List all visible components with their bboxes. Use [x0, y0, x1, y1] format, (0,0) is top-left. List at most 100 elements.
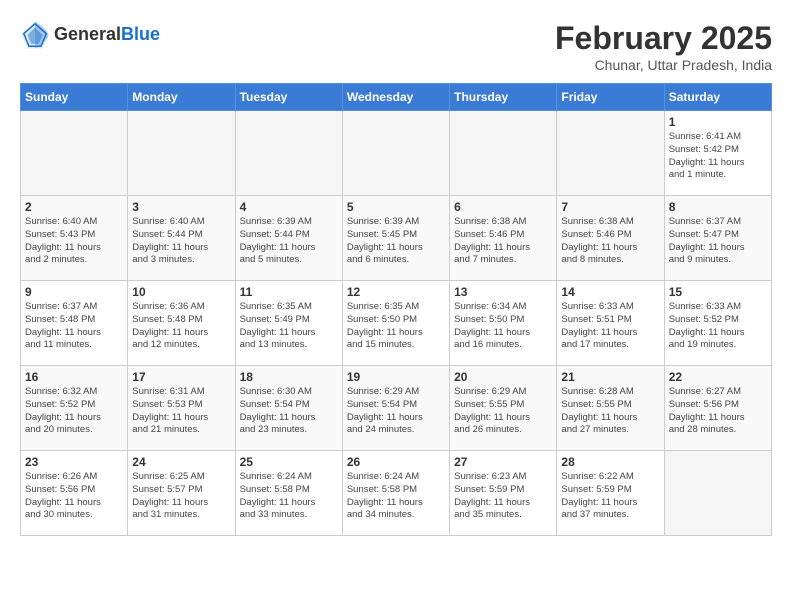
day-info: Sunrise: 6:29 AM Sunset: 5:54 PM Dayligh… — [347, 386, 445, 437]
day-number: 2 — [25, 200, 123, 214]
day-info: Sunrise: 6:39 AM Sunset: 5:45 PM Dayligh… — [347, 216, 445, 267]
weekday-header: Friday — [557, 84, 664, 111]
calendar-table: SundayMondayTuesdayWednesdayThursdayFrid… — [20, 83, 772, 536]
day-number: 14 — [561, 285, 659, 299]
weekday-header: Saturday — [664, 84, 771, 111]
calendar-cell — [128, 111, 235, 196]
weekday-header: Thursday — [450, 84, 557, 111]
weekday-header: Sunday — [21, 84, 128, 111]
weekday-header: Monday — [128, 84, 235, 111]
calendar-cell — [21, 111, 128, 196]
calendar-cell: 25 Sunrise: 6:24 AM Sunset: 5:58 PM Dayli… — [235, 451, 342, 536]
day-info: Sunrise: 6:40 AM Sunset: 5:43 PM Dayligh… — [25, 216, 123, 267]
day-number: 17 — [132, 370, 230, 384]
day-info: Sunrise: 6:33 AM Sunset: 5:51 PM Dayligh… — [561, 301, 659, 352]
calendar-cell: 15Sunrise: 6:33 AM Sunset: 5:52 PM Dayli… — [664, 281, 771, 366]
calendar-cell — [450, 111, 557, 196]
day-number: 5 — [347, 200, 445, 214]
calendar-cell: 9 Sunrise: 6:37 AM Sunset: 5:48 PM Daylig… — [21, 281, 128, 366]
day-number: 27 — [454, 455, 552, 469]
calendar-cell: 18 Sunrise: 6:30 AM Sunset: 5:54 PM Dayli… — [235, 366, 342, 451]
calendar-week-row: 16Sunrise: 6:32 AM Sunset: 5:52 PM Dayli… — [21, 366, 772, 451]
calendar-cell: 13 Sunrise: 6:34 AM Sunset: 5:50 PM Dayli… — [450, 281, 557, 366]
calendar-cell — [235, 111, 342, 196]
calendar-cell: 24 Sunrise: 6:25 AM Sunset: 5:57 PM Dayli… — [128, 451, 235, 536]
day-info: Sunrise: 6:24 AM Sunset: 5:58 PM Dayligh… — [347, 471, 445, 522]
day-info: Sunrise: 6:27 AM Sunset: 5:56 PM Dayligh… — [669, 386, 767, 437]
day-number: 13 — [454, 285, 552, 299]
calendar-cell — [664, 451, 771, 536]
calendar-week-row: 9 Sunrise: 6:37 AM Sunset: 5:48 PM Daylig… — [21, 281, 772, 366]
day-number: 26 — [347, 455, 445, 469]
day-number: 12 — [347, 285, 445, 299]
calendar-cell: 22 Sunrise: 6:27 AM Sunset: 5:56 PM Dayli… — [664, 366, 771, 451]
day-info: Sunrise: 6:28 AM Sunset: 5:55 PM Dayligh… — [561, 386, 659, 437]
day-info: Sunrise: 6:40 AM Sunset: 5:44 PM Dayligh… — [132, 216, 230, 267]
day-number: 28 — [561, 455, 659, 469]
day-number: 22 — [669, 370, 767, 384]
day-number: 24 — [132, 455, 230, 469]
day-info: Sunrise: 6:39 AM Sunset: 5:44 PM Dayligh… — [240, 216, 338, 267]
day-info: Sunrise: 6:41 AM Sunset: 5:42 PM Dayligh… — [669, 131, 767, 182]
calendar-cell: 28 Sunrise: 6:22 AM Sunset: 5:59 PM Dayli… — [557, 451, 664, 536]
calendar-cell: 4 Sunrise: 6:39 AM Sunset: 5:44 PM Daylig… — [235, 196, 342, 281]
day-info: Sunrise: 6:25 AM Sunset: 5:57 PM Dayligh… — [132, 471, 230, 522]
weekday-header: Wednesday — [342, 84, 449, 111]
day-info: Sunrise: 6:23 AM Sunset: 5:59 PM Dayligh… — [454, 471, 552, 522]
day-info: Sunrise: 6:36 AM Sunset: 5:48 PM Dayligh… — [132, 301, 230, 352]
day-number: 25 — [240, 455, 338, 469]
day-info: Sunrise: 6:22 AM Sunset: 5:59 PM Dayligh… — [561, 471, 659, 522]
day-info: Sunrise: 6:38 AM Sunset: 5:46 PM Dayligh… — [561, 216, 659, 267]
title-block: February 2025 Chunar, Uttar Pradesh, Ind… — [555, 20, 772, 73]
calendar-cell: 12 Sunrise: 6:35 AM Sunset: 5:50 PM Dayli… — [342, 281, 449, 366]
calendar-cell: 21 Sunrise: 6:28 AM Sunset: 5:55 PM Dayli… — [557, 366, 664, 451]
calendar-cell: 5 Sunrise: 6:39 AM Sunset: 5:45 PM Daylig… — [342, 196, 449, 281]
calendar-cell: 6 Sunrise: 6:38 AM Sunset: 5:46 PM Daylig… — [450, 196, 557, 281]
calendar-cell: 11Sunrise: 6:35 AM Sunset: 5:49 PM Dayli… — [235, 281, 342, 366]
weekday-header-row: SundayMondayTuesdayWednesdayThursdayFrid… — [21, 84, 772, 111]
calendar-cell: 1 Sunrise: 6:41 AM Sunset: 5:42 PM Daylig… — [664, 111, 771, 196]
day-number: 16 — [25, 370, 123, 384]
day-number: 3 — [132, 200, 230, 214]
day-number: 8 — [669, 200, 767, 214]
calendar-cell: 23 Sunrise: 6:26 AM Sunset: 5:56 PM Dayli… — [21, 451, 128, 536]
calendar-cell: 20 Sunrise: 6:29 AM Sunset: 5:55 PM Dayli… — [450, 366, 557, 451]
day-number: 4 — [240, 200, 338, 214]
day-info: Sunrise: 6:35 AM Sunset: 5:49 PM Dayligh… — [240, 301, 338, 352]
day-number: 21 — [561, 370, 659, 384]
day-info: Sunrise: 6:37 AM Sunset: 5:48 PM Dayligh… — [25, 301, 123, 352]
day-info: Sunrise: 6:33 AM Sunset: 5:52 PM Dayligh… — [669, 301, 767, 352]
logo-text: GeneralBlue — [54, 25, 160, 45]
calendar-cell: 2 Sunrise: 6:40 AM Sunset: 5:43 PM Daylig… — [21, 196, 128, 281]
logo: GeneralBlue — [20, 20, 160, 50]
day-number: 18 — [240, 370, 338, 384]
day-info: Sunrise: 6:24 AM Sunset: 5:58 PM Dayligh… — [240, 471, 338, 522]
day-number: 20 — [454, 370, 552, 384]
calendar-week-row: 1 Sunrise: 6:41 AM Sunset: 5:42 PM Daylig… — [21, 111, 772, 196]
day-number: 6 — [454, 200, 552, 214]
calendar-week-row: 2 Sunrise: 6:40 AM Sunset: 5:43 PM Daylig… — [21, 196, 772, 281]
location: Chunar, Uttar Pradesh, India — [555, 57, 772, 73]
calendar-cell: 10Sunrise: 6:36 AM Sunset: 5:48 PM Dayli… — [128, 281, 235, 366]
day-number: 23 — [25, 455, 123, 469]
calendar-cell: 14 Sunrise: 6:33 AM Sunset: 5:51 PM Dayli… — [557, 281, 664, 366]
calendar-cell: 3 Sunrise: 6:40 AM Sunset: 5:44 PM Daylig… — [128, 196, 235, 281]
calendar-cell — [557, 111, 664, 196]
calendar-cell: 19 Sunrise: 6:29 AM Sunset: 5:54 PM Dayli… — [342, 366, 449, 451]
day-info: Sunrise: 6:35 AM Sunset: 5:50 PM Dayligh… — [347, 301, 445, 352]
day-info: Sunrise: 6:30 AM Sunset: 5:54 PM Dayligh… — [240, 386, 338, 437]
calendar-cell: 8 Sunrise: 6:37 AM Sunset: 5:47 PM Daylig… — [664, 196, 771, 281]
day-info: Sunrise: 6:31 AM Sunset: 5:53 PM Dayligh… — [132, 386, 230, 437]
day-info: Sunrise: 6:34 AM Sunset: 5:50 PM Dayligh… — [454, 301, 552, 352]
day-info: Sunrise: 6:37 AM Sunset: 5:47 PM Dayligh… — [669, 216, 767, 267]
day-info: Sunrise: 6:26 AM Sunset: 5:56 PM Dayligh… — [25, 471, 123, 522]
weekday-header: Tuesday — [235, 84, 342, 111]
calendar-cell: 26 Sunrise: 6:24 AM Sunset: 5:58 PM Dayli… — [342, 451, 449, 536]
day-number: 7 — [561, 200, 659, 214]
day-number: 9 — [25, 285, 123, 299]
day-number: 1 — [669, 115, 767, 129]
day-number: 19 — [347, 370, 445, 384]
day-info: Sunrise: 6:29 AM Sunset: 5:55 PM Dayligh… — [454, 386, 552, 437]
page-header: GeneralBlue February 2025 Chunar, Uttar … — [20, 20, 772, 73]
day-info: Sunrise: 6:38 AM Sunset: 5:46 PM Dayligh… — [454, 216, 552, 267]
